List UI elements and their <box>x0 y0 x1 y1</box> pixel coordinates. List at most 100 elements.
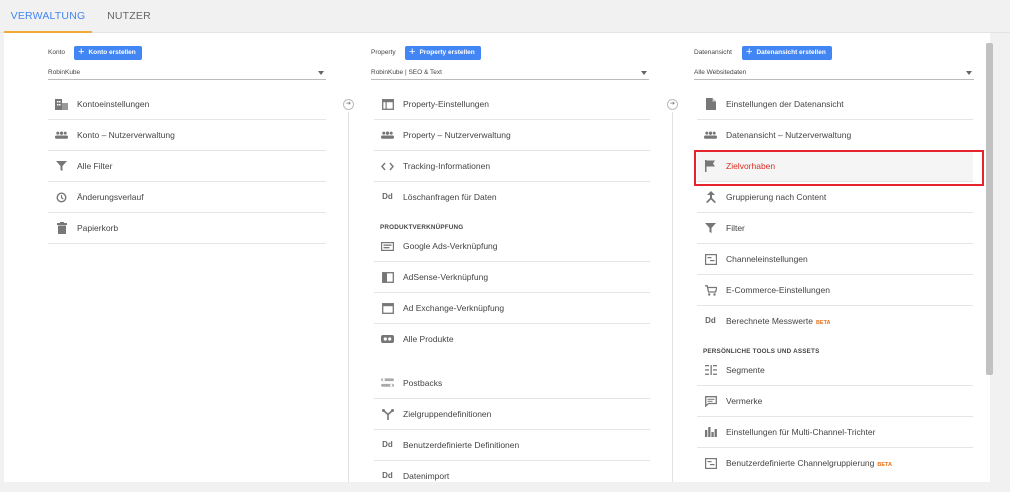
users-icon <box>55 129 68 141</box>
property-item-label: Ad Exchange-Verknüpfung <box>403 303 505 313</box>
view-item-label: Einstellungen für Multi-Channel-Trichter <box>726 427 876 437</box>
view-item-multichannel[interactable]: Einstellungen für Multi-Channel-Trichter <box>697 417 973 448</box>
property-item-settings[interactable]: Property-Einstellungen <box>374 89 650 120</box>
view-item-settings[interactable]: Einstellungen der Datenansicht <box>697 89 973 120</box>
section-produktverknuepfung: PRODUKTVERKNÜPFUNG <box>380 224 464 231</box>
trash-icon <box>55 222 68 234</box>
section-personal-tools: PERSÖNLICHE TOOLS UND ASSETS <box>703 348 820 355</box>
konto-item-label: Kontoeinstellungen <box>77 99 150 109</box>
column-divider <box>348 112 349 482</box>
view-create-button[interactable]: + Datenansicht erstellen <box>742 46 832 60</box>
link-icon <box>381 333 394 345</box>
konto-item-filters[interactable]: Alle Filter <box>48 151 326 182</box>
view-item-users[interactable]: Datenansicht – Nutzerverwaltung <box>697 120 973 151</box>
code-icon <box>381 160 394 172</box>
property-item-label: Benutzerdefinierte Definitionen <box>403 440 520 450</box>
view-item-label: Vermerke <box>726 396 763 406</box>
dd-icon: Dd <box>382 440 393 449</box>
view-item-label: Segmente <box>726 365 765 375</box>
dd-icon: Dd <box>382 471 393 480</box>
view-item-label: E-Commerce-Einstellungen <box>726 285 830 295</box>
view-item-filter[interactable]: Filter <box>697 213 973 244</box>
bar-chart-icon <box>704 426 717 438</box>
chevron-down-icon <box>966 71 972 75</box>
konto-item-label: Änderungsverlauf <box>77 192 144 202</box>
grouping-icon <box>704 191 717 203</box>
property-item-deletion[interactable]: Dd Löschanfragen für Daten <box>374 182 650 213</box>
property-item-adexchange[interactable]: Ad Exchange-Verknüpfung <box>374 293 650 324</box>
property-select-value: RobinKube | SEO & Text <box>371 69 442 76</box>
property-item-label: Datenimport <box>403 471 450 481</box>
konto-heading: Konto <box>48 49 65 56</box>
plus-icon: + <box>409 46 416 58</box>
property-heading: Property <box>371 49 396 56</box>
view-item-label: Berechnete Messwerte <box>726 316 813 326</box>
column-divider <box>672 112 673 482</box>
window-icon <box>381 98 394 110</box>
goals-highlight-box <box>694 150 984 186</box>
konto-item-label: Papierkorb <box>77 223 119 233</box>
property-item-label: Postbacks <box>403 378 443 388</box>
view-item-segments[interactable]: Segmente <box>697 355 973 386</box>
property-item-data-import[interactable]: Dd Datenimport <box>374 461 650 492</box>
property-item-users[interactable]: Property – Nutzerverwaltung <box>374 120 650 151</box>
property-item-tracking[interactable]: Tracking-Informationen <box>374 151 650 182</box>
konto-item-label: Alle Filter <box>77 161 113 171</box>
ads-icon <box>381 240 394 252</box>
property-item-postbacks[interactable]: Postbacks <box>374 368 650 399</box>
property-item-label: AdSense-Verknüpfung <box>403 272 489 282</box>
tab-verwaltung[interactable]: VERWALTUNG <box>4 0 92 33</box>
property-item-label: Property – Nutzerverwaltung <box>403 130 511 140</box>
konto-item-history[interactable]: Änderungsverlauf <box>48 182 326 213</box>
view-item-calculated-metrics[interactable]: Dd Berechnete Messwerte BETA <box>697 306 973 337</box>
scrollbar-thumb[interactable] <box>986 43 993 375</box>
property-item-label: Property-Einstellungen <box>403 99 489 109</box>
konto-select[interactable]: RobinKube <box>48 68 326 80</box>
konto-item-trash[interactable]: Papierkorb <box>48 213 326 244</box>
property-item-custom-definitions[interactable]: Dd Benutzerdefinierte Definitionen <box>374 430 650 461</box>
plus-icon: + <box>746 46 753 58</box>
channel-icon <box>704 457 717 469</box>
audience-icon <box>381 408 394 420</box>
property-item-google-ads[interactable]: Google Ads-Verknüpfung <box>374 231 650 262</box>
view-item-label: Benutzerdefinierte Channelgruppierung <box>726 458 875 468</box>
building-icon <box>55 98 68 110</box>
konto-select-value: RobinKube <box>48 69 81 76</box>
property-create-button[interactable]: + Property erstellen <box>405 46 481 60</box>
comment-icon <box>704 395 717 407</box>
view-item-label-wrap: Berechnete Messwerte BETA <box>726 306 831 338</box>
cart-icon <box>704 284 717 296</box>
view-select[interactable]: Alle Websitedaten <box>694 68 974 80</box>
view-item-ecommerce[interactable]: E-Commerce-Einstellungen <box>697 275 973 306</box>
property-item-all-products[interactable]: Alle Produkte <box>374 324 650 355</box>
property-item-label: Tracking-Informationen <box>403 161 491 171</box>
konto-item-label: Konto – Nutzerverwaltung <box>77 130 175 140</box>
view-item-content-grouping[interactable]: Gruppierung nach Content <box>697 182 973 213</box>
view-item-label: Channeleinstellungen <box>726 254 808 264</box>
channel-icon <box>704 253 717 265</box>
segments-icon <box>704 364 717 376</box>
users-icon <box>381 129 394 141</box>
konto-item-users[interactable]: Konto – Nutzerverwaltung <box>48 120 326 151</box>
konto-create-label: Konto erstellen <box>88 49 136 56</box>
view-item-channel-settings[interactable]: Channeleinstellungen <box>697 244 973 275</box>
view-item-label-wrap: Benutzerdefinierte Channelgruppierung BET… <box>726 448 892 480</box>
property-item-label: Google Ads-Verknüpfung <box>403 241 498 251</box>
beta-badge: BETA <box>815 320 831 326</box>
view-column: Datenansicht + Datenansicht erstellen All… <box>694 33 976 482</box>
property-select[interactable]: RobinKube | SEO & Text <box>371 68 649 80</box>
dd-icon: Dd <box>705 316 716 325</box>
konto-create-button[interactable]: + Konto erstellen <box>74 46 142 60</box>
property-item-audiences[interactable]: Zielgruppendefinitionen <box>374 399 650 430</box>
konto-item-settings[interactable]: Kontoeinstellungen <box>48 89 326 120</box>
view-item-label: Filter <box>726 223 745 233</box>
property-item-adsense[interactable]: AdSense-Verknüpfung <box>374 262 650 293</box>
view-item-custom-channel-grouping[interactable]: Benutzerdefinierte Channelgruppierung BET… <box>697 448 973 479</box>
konto-column: Konto + Konto erstellen RobinKube Kontoei… <box>48 33 330 482</box>
view-item-annotations[interactable]: Vermerke <box>697 386 973 417</box>
tab-nutzer[interactable]: NUTZER <box>100 0 158 33</box>
beta-badge: BETA <box>877 462 892 468</box>
history-icon <box>55 191 68 203</box>
view-item-label: Datenansicht – Nutzerverwaltung <box>726 130 852 140</box>
top-tab-bar: VERWALTUNG NUTZER <box>0 0 1010 33</box>
